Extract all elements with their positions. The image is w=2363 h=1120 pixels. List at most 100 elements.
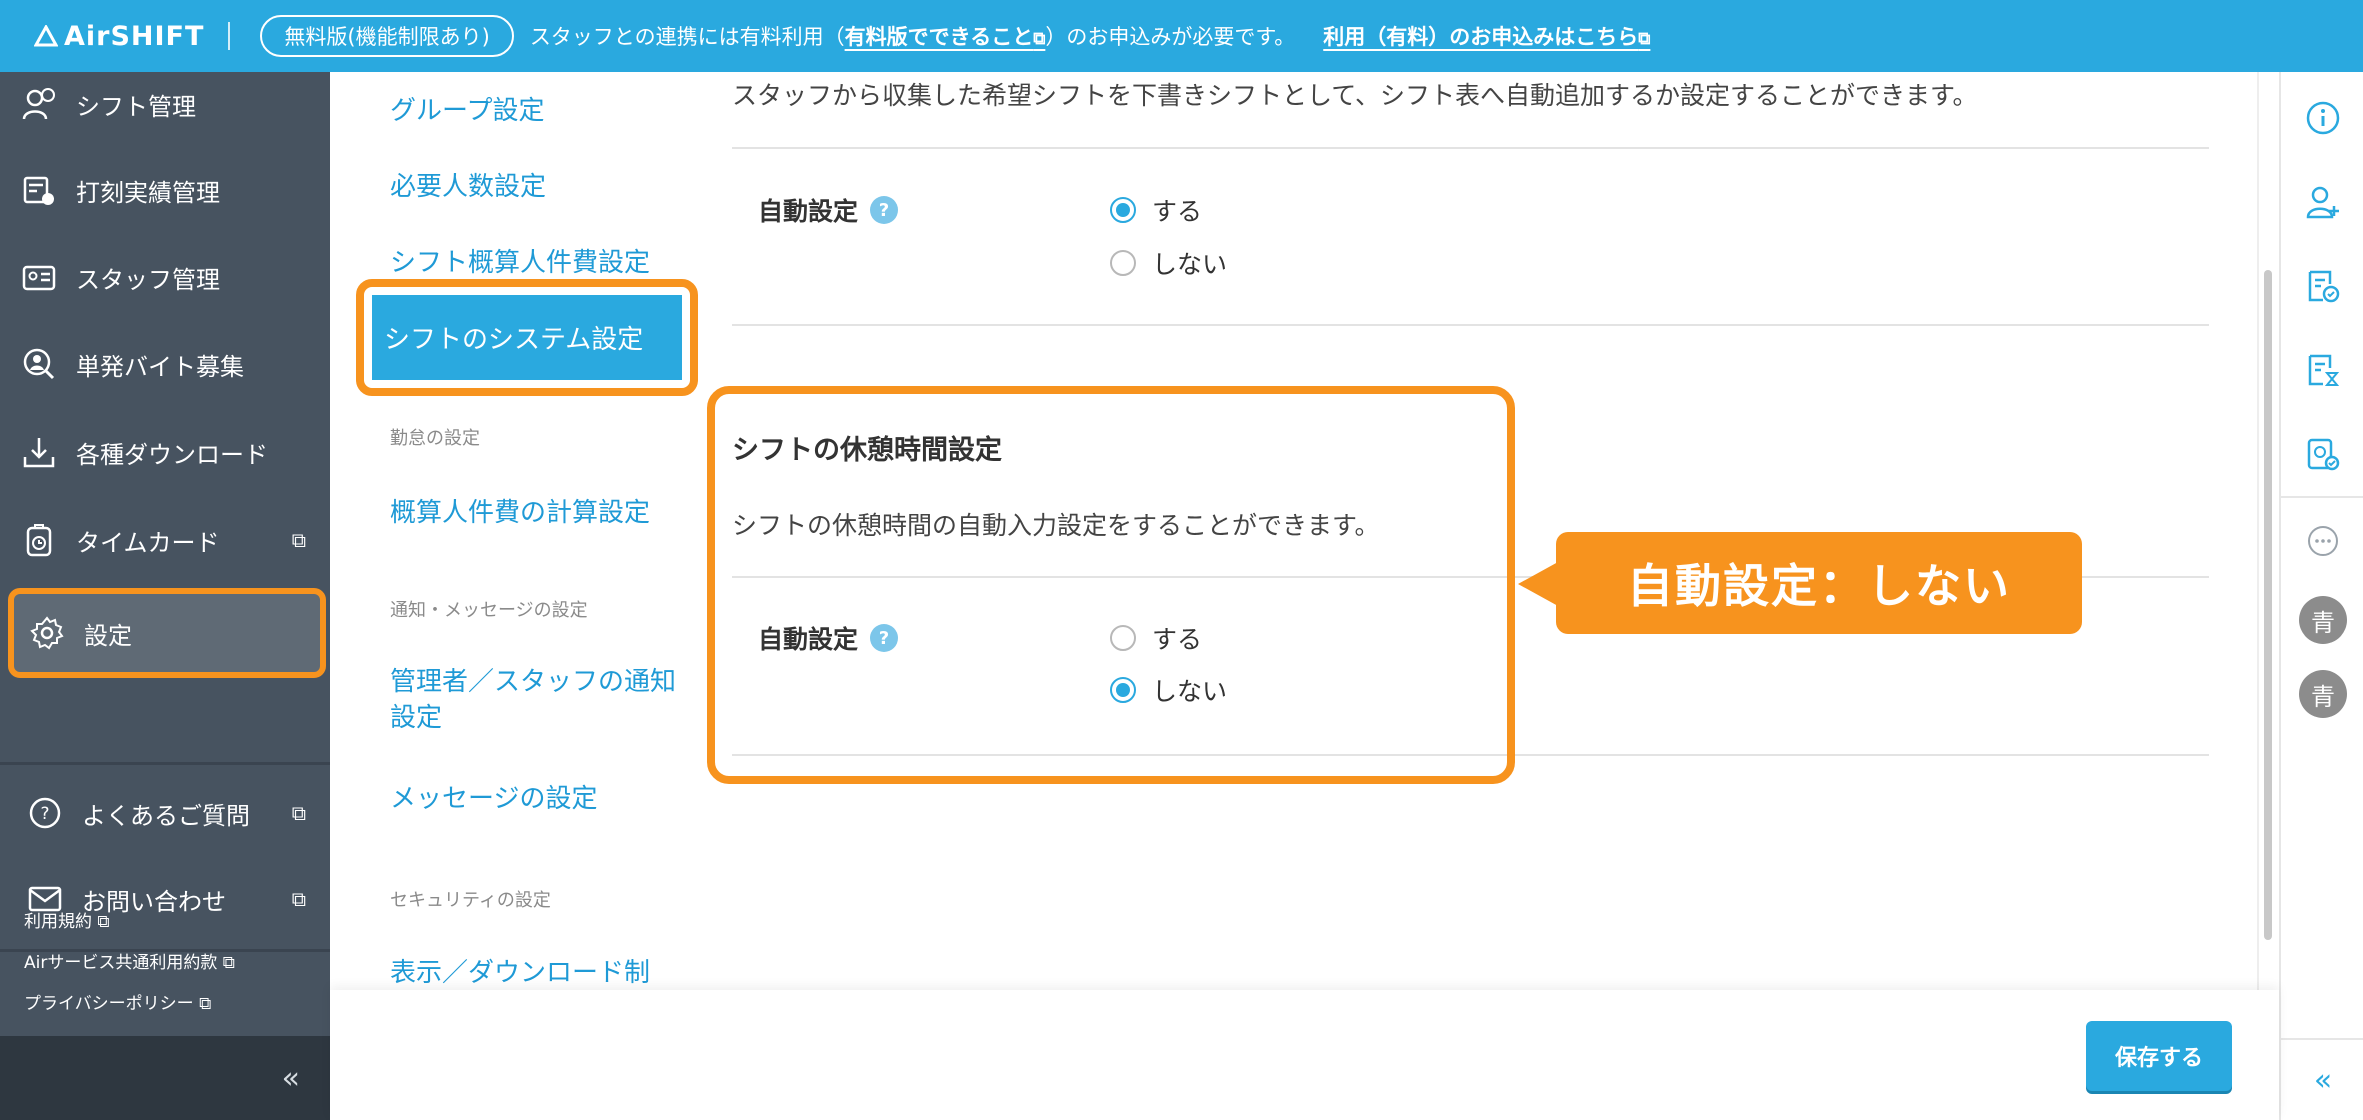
staff-card-icon <box>20 258 58 296</box>
privacy-policy-link[interactable]: プライバシーポリシー ⧉ <box>24 984 235 1025</box>
info-icon[interactable] <box>2303 98 2343 138</box>
airshift-logo[interactable]: AirSHIFT <box>34 21 204 52</box>
radio-unselected-icon <box>1110 625 1136 651</box>
download-icon <box>20 433 58 471</box>
help-icon[interactable]: ? <box>870 624 899 652</box>
logo-text: AirSHIFT <box>64 20 205 52</box>
triangle-logo-icon <box>34 25 58 47</box>
svg-text:?: ? <box>40 804 49 824</box>
radio-label: しない <box>1152 250 1228 279</box>
sidebar-item-punch-records[interactable]: 打刻実績管理 <box>0 154 330 226</box>
approval-list-icon[interactable] <box>2303 266 2343 306</box>
callout-pointer <box>1518 562 1558 606</box>
timecard-icon <box>20 521 58 559</box>
break-auto-setting-label: 自動設定 ? <box>758 620 899 656</box>
draft-radio-off[interactable]: しない <box>1110 245 1227 281</box>
subnav-system-settings[interactable]: シフトのシステム設定 <box>372 295 682 380</box>
sidebar-item-label: スタッフ管理 <box>76 265 220 294</box>
timecard-check-icon[interactable] <box>2303 434 2343 474</box>
sidebar-item-timecard[interactable]: タイムカード ⧉ <box>0 504 330 576</box>
main-sidebar: シフト管理 打刻実績管理 スタッフ管理 単発バイト募集 各種ダウンロード タイム… <box>0 72 330 1120</box>
paid-features-label: 有料版でできること <box>844 25 1034 49</box>
chat-icon[interactable] <box>2303 522 2343 562</box>
subnav-required-staff[interactable]: 必要人数設定 <box>390 166 546 203</box>
rail-divider <box>2281 496 2363 498</box>
add-user-icon[interactable] <box>2303 182 2343 222</box>
radio-selected-icon <box>1110 677 1136 703</box>
sidebar-item-label: 各種ダウンロード <box>76 440 268 469</box>
paid-features-link[interactable]: 有料版でできること⧉ <box>845 25 1046 49</box>
sidebar-item-label: 打刻実績管理 <box>76 178 220 207</box>
legal-links: 利用規約 ⧉ Airサービス共通利用約款 ⧉ プライバシーポリシー ⧉ <box>24 902 235 1025</box>
pending-list-icon[interactable] <box>2303 350 2343 390</box>
avatar[interactable]: 青 <box>2299 596 2347 644</box>
sidebar-item-label: 単発バイト募集 <box>76 352 244 381</box>
subnav-labor-cost[interactable]: シフト概算人件費設定 <box>390 242 650 279</box>
draft-auto-setting-label: 自動設定 ? <box>758 192 899 228</box>
logo-separator <box>228 22 231 50</box>
break-radio-on[interactable]: する <box>1110 620 1202 656</box>
apply-paid-label: 利用（有料）のお申込みはこちら <box>1323 25 1639 49</box>
break-time-section-description: シフトの休憩時間の自動入力設定をすることができます。 <box>732 511 1380 540</box>
scrollbar-thumb[interactable] <box>2264 270 2272 940</box>
sidebar-item-label: タイムカード <box>76 528 220 557</box>
banner-text-after: ）のお申込みが必要です。 <box>1045 25 1296 49</box>
radio-label: しない <box>1152 677 1228 706</box>
sidebar-item-staff[interactable]: スタッフ管理 <box>0 241 330 313</box>
subnav-group-settings[interactable]: グループ設定 <box>390 90 544 127</box>
footer-bar <box>330 990 2279 1120</box>
sidebar-item-settings[interactable]: 設定 <box>8 588 326 678</box>
top-banner: AirSHIFT 無料版(機能制限あり) スタッフとの連携には有料利用（有料版で… <box>0 0 2363 72</box>
sidebar-item-downloads[interactable]: 各種ダウンロード <box>0 416 330 488</box>
draft-shift-description: スタッフから収集した希望シフトを下書きシフトとして、シフト表へ自動追加するか設定… <box>732 81 1978 110</box>
subnav-notification-settings[interactable]: 管理者／スタッフの通知設定 <box>390 664 680 736</box>
sidebar-item-part-time-recruit[interactable]: 単発バイト募集 <box>0 328 330 400</box>
external-link-icon: ⧉ <box>199 994 212 1014</box>
save-button[interactable]: 保存する <box>2086 1021 2232 1091</box>
sidebar-collapse-button[interactable]: « <box>0 1036 330 1120</box>
break-time-section-title: シフトの休憩時間設定 <box>732 435 1002 466</box>
external-link-icon: ⧉ <box>291 887 306 911</box>
auto-setting-label-text: 自動設定 <box>758 625 859 654</box>
radio-unselected-icon <box>1110 250 1136 276</box>
external-link-icon: ⧉ <box>222 953 235 973</box>
external-link-icon: ⧉ <box>1638 29 1651 49</box>
gear-icon <box>28 614 66 652</box>
divider <box>732 324 2209 326</box>
banner-message: スタッフとの連携には有料利用（有料版でできること⧉）のお申込みが必要です。 <box>530 21 1295 51</box>
avatar[interactable]: 青 <box>2299 670 2347 718</box>
clock-sheet-icon <box>20 171 58 209</box>
main-content: スタッフから収集した希望シフトを下書きシフトとして、シフト表へ自動追加するか設定… <box>700 72 2265 990</box>
subnav-message-settings[interactable]: メッセージの設定 <box>390 778 597 815</box>
subnav-display-download[interactable]: 表示／ダウンロード制 <box>390 952 650 989</box>
rail-collapse-button[interactable]: « <box>2281 1038 2363 1120</box>
divider <box>732 147 2209 149</box>
external-link-icon: ⧉ <box>1033 29 1046 49</box>
radio-label: する <box>1152 197 1203 226</box>
subnav-active-highlight: シフトのシステム設定 <box>356 279 698 396</box>
help-icon[interactable]: ? <box>870 196 899 224</box>
service-terms-label: Airサービス共通利用約款 <box>24 953 218 973</box>
radio-label: する <box>1152 625 1203 654</box>
banner-text-before: スタッフとの連携には有料利用（ <box>529 25 845 49</box>
break-radio-off[interactable]: しない <box>1110 672 1227 708</box>
privacy-policy-label: プライバシーポリシー <box>24 994 194 1014</box>
annotation-callout: 自動設定：しない <box>1556 532 2082 634</box>
shift-icon <box>20 85 58 123</box>
settings-subnav: グループ設定 必要人数設定 シフト概算人件費設定 勤怠の設定 概算人件費の計算設… <box>330 72 700 990</box>
terms-label: 利用規約 <box>24 912 92 932</box>
subnav-cost-calculation[interactable]: 概算人件費の計算設定 <box>390 492 650 529</box>
draft-radio-on[interactable]: する <box>1110 192 1202 228</box>
external-link-icon: ⧉ <box>291 801 306 825</box>
external-link-icon: ⧉ <box>291 528 306 552</box>
right-rail: 青 青 « <box>2279 72 2363 1120</box>
service-terms-link[interactable]: Airサービス共通利用約款 ⧉ <box>24 943 235 984</box>
sidebar-item-label: よくあるご質問 <box>82 801 250 830</box>
subnav-group-security: セキュリティの設定 <box>390 890 551 911</box>
radio-selected-icon <box>1110 197 1136 223</box>
sidebar-item-faq[interactable]: ? よくあるご質問 ⧉ <box>0 775 330 851</box>
sidebar-item-shift[interactable]: シフト管理 <box>0 72 330 136</box>
apply-paid-link[interactable]: 利用（有料）のお申込みはこちら⧉ <box>1323 21 1650 51</box>
person-search-icon <box>20 345 58 383</box>
terms-link[interactable]: 利用規約 ⧉ <box>24 902 235 943</box>
